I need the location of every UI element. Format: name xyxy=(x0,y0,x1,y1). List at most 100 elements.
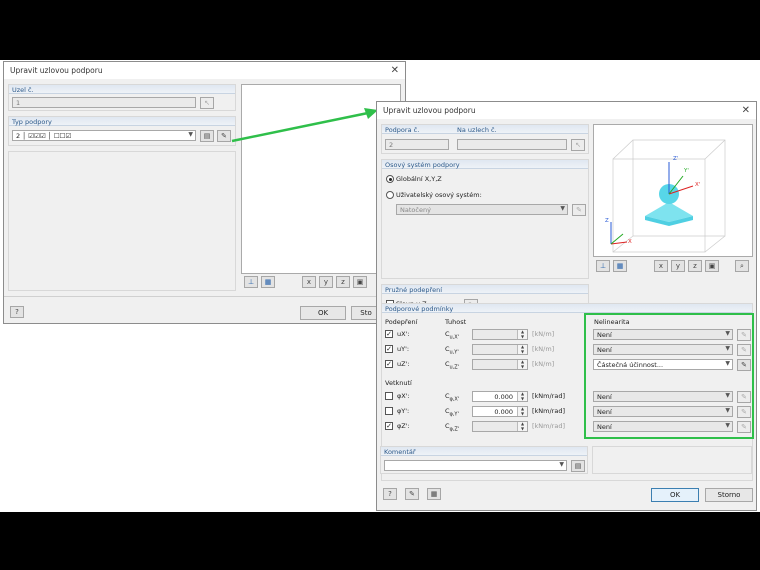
stiffness-input[interactable]: 0.000 ▲ ▼ xyxy=(472,406,528,417)
view-axes-icon[interactable]: ⊥ xyxy=(244,276,258,288)
nonlinearity-value: Částečná účinnost... xyxy=(597,361,664,369)
nonlinearity-select[interactable]: Není ▼ xyxy=(593,421,733,432)
view-y-icon[interactable]: y xyxy=(319,276,333,288)
row-checkbox[interactable] xyxy=(385,392,393,400)
nodes-label: Na uzlech č. xyxy=(457,126,497,134)
close-icon[interactable]: ✕ xyxy=(391,65,399,76)
front-ok-button[interactable]: OK xyxy=(651,488,699,502)
help-icon[interactable]: ? xyxy=(10,306,24,318)
edit-nonlinearity-icon[interactable]: ✎ xyxy=(737,421,751,433)
stiffness-symbol: Cu,X' xyxy=(445,330,459,340)
view-render-icon[interactable]: ▦ xyxy=(613,260,627,272)
stiffness-input[interactable]: ▲ ▼ xyxy=(472,359,528,370)
new-type-icon[interactable]: ▤ xyxy=(200,130,214,142)
front-cancel-button[interactable]: Storno xyxy=(705,488,753,502)
stiffness-sub: φ,Z' xyxy=(449,426,460,433)
chevron-down-icon: ▼ xyxy=(725,392,730,399)
spin-icon[interactable]: ▲ ▼ xyxy=(517,329,527,339)
view-x-icon[interactable]: x xyxy=(302,276,316,288)
unit-label: [kNm/rad] xyxy=(532,422,566,430)
edit-nonlinearity-icon[interactable]: ✎ xyxy=(737,359,751,371)
help-icon[interactable]: ? xyxy=(383,488,397,500)
pick-node-icon[interactable]: ↖ xyxy=(200,97,214,109)
nonlinearity-select[interactable]: Není ▼ xyxy=(593,329,733,340)
support-no-group: Podpora č. Na uzlech č. 2 ↖ xyxy=(381,124,589,154)
support-model-figure xyxy=(610,139,726,253)
spin-icon[interactable]: ▲ ▼ xyxy=(517,344,527,354)
row-checkbox[interactable] xyxy=(385,407,393,415)
axis-user-select[interactable]: Natočený ▼ xyxy=(396,204,568,215)
support-type-value: 2 │ ☑☑☑ │ ☐☐☑ xyxy=(16,132,72,140)
back-dialog-titlebar: Upravit uzlovou podporu ✕ xyxy=(4,62,405,79)
stiffness-input[interactable]: ▲ ▼ xyxy=(472,421,528,432)
pick-nodes-icon[interactable]: ↖ xyxy=(571,139,585,151)
comment-box: Komentář ▼ ▤ xyxy=(380,446,588,474)
view-z-icon[interactable]: z xyxy=(336,276,350,288)
axis-user-radio[interactable] xyxy=(386,191,394,199)
close-icon[interactable]: ✕ xyxy=(742,105,750,116)
stiffness-symbol: Cφ,Y' xyxy=(445,407,459,417)
support-no-input[interactable]: 2 xyxy=(385,139,449,150)
comment-lib-icon[interactable]: ▤ xyxy=(571,460,585,472)
spin-icon[interactable]: ▲ ▼ xyxy=(517,391,527,401)
restraint-col-header: Vetknutí xyxy=(385,379,412,387)
stiffness-sub: u,Z' xyxy=(449,364,460,371)
axis-user-label: Uživatelský osový systém: xyxy=(396,191,482,199)
support-type-select[interactable]: 2 │ ☑☑☑ │ ☐☐☑ ▼ xyxy=(12,130,196,141)
stiffness-input[interactable]: ▲ ▼ xyxy=(472,344,528,355)
view-render-icon[interactable]: ▦ xyxy=(261,276,275,288)
nodes-input[interactable] xyxy=(457,139,567,150)
nonlinearity-value: Není xyxy=(597,408,612,416)
nonlinearity-select[interactable]: Není ▼ xyxy=(593,406,733,417)
view-z-icon[interactable]: z xyxy=(688,260,702,272)
row-checkbox[interactable]: ✓ xyxy=(385,330,393,338)
support-no-label: Podpora č. xyxy=(385,126,420,134)
back-dialog: Upravit uzlovou podporu ✕ Uzel č. 1 ↖ Ty… xyxy=(3,61,406,324)
axis-z-label: Z xyxy=(605,218,609,224)
view-axes-icon[interactable]: ⊥ xyxy=(596,260,610,272)
node-input[interactable]: 1 xyxy=(12,97,196,108)
comment-select[interactable]: ▼ xyxy=(384,460,567,471)
nonlinearity-select[interactable]: Není ▼ xyxy=(593,344,733,355)
row-label: uY': xyxy=(397,345,410,353)
row-label: φX': xyxy=(397,392,410,400)
stiffness-col-header: Tuhost xyxy=(445,318,467,326)
nonlinearity-select[interactable]: Částečná účinnost... ▼ xyxy=(593,359,733,370)
row-checkbox[interactable]: ✓ xyxy=(385,422,393,430)
stiffness-input[interactable]: ▲ ▼ xyxy=(472,329,528,340)
view-iso-icon[interactable]: ▣ xyxy=(705,260,719,272)
stiffness-symbol: Cu,Z' xyxy=(445,360,459,370)
front-dialog-titlebar: Upravit uzlovou podporu ✕ xyxy=(377,102,756,119)
row-checkbox[interactable]: ✓ xyxy=(385,360,393,368)
spin-icon[interactable]: ▲ ▼ xyxy=(517,359,527,369)
axis-global-radio[interactable] xyxy=(386,175,394,183)
support-conditions-label: Podporové podmínky xyxy=(382,304,752,313)
view-x-icon[interactable]: x xyxy=(654,260,668,272)
chevron-down-icon: ▼ xyxy=(725,345,730,352)
spin-icon[interactable]: ▲ ▼ xyxy=(517,406,527,416)
row-label: φZ': xyxy=(397,422,410,430)
edit-nonlinearity-icon[interactable]: ✎ xyxy=(737,406,751,418)
stiffness-input[interactable]: 0.000 ▲ ▼ xyxy=(472,391,528,402)
view-y-icon[interactable]: y xyxy=(671,260,685,272)
stiffness-symbol: Cφ,X' xyxy=(445,392,459,402)
edit-nonlinearity-icon[interactable]: ✎ xyxy=(737,344,751,356)
node-label: Uzel č. xyxy=(9,85,235,94)
back-ok-button[interactable]: OK xyxy=(300,306,346,320)
nonlinearity-select[interactable]: Není ▼ xyxy=(593,391,733,402)
view-iso-icon[interactable]: ▣ xyxy=(353,276,367,288)
stiffness-sub: φ,Y' xyxy=(449,411,459,418)
edit-nonlinearity-icon[interactable]: ✎ xyxy=(737,391,751,403)
stiffness-value: 0.000 xyxy=(494,393,513,401)
row-checkbox[interactable]: ✓ xyxy=(385,345,393,353)
node-group: Uzel č. 1 ↖ xyxy=(8,84,236,111)
spin-icon[interactable]: ▲ ▼ xyxy=(517,421,527,431)
edit-axis-icon[interactable]: ✎ xyxy=(572,204,586,216)
edit-icon[interactable]: ✎ xyxy=(405,488,419,500)
nonlinearity-value: Není xyxy=(597,346,612,354)
zoom-icon[interactable]: ⌕ xyxy=(735,260,749,272)
unit-label: [kN/m] xyxy=(532,360,555,368)
edit-nonlinearity-icon[interactable]: ✎ xyxy=(737,329,751,341)
table-icon[interactable]: ▦ xyxy=(427,488,441,500)
chevron-down-icon: ▼ xyxy=(725,407,730,414)
